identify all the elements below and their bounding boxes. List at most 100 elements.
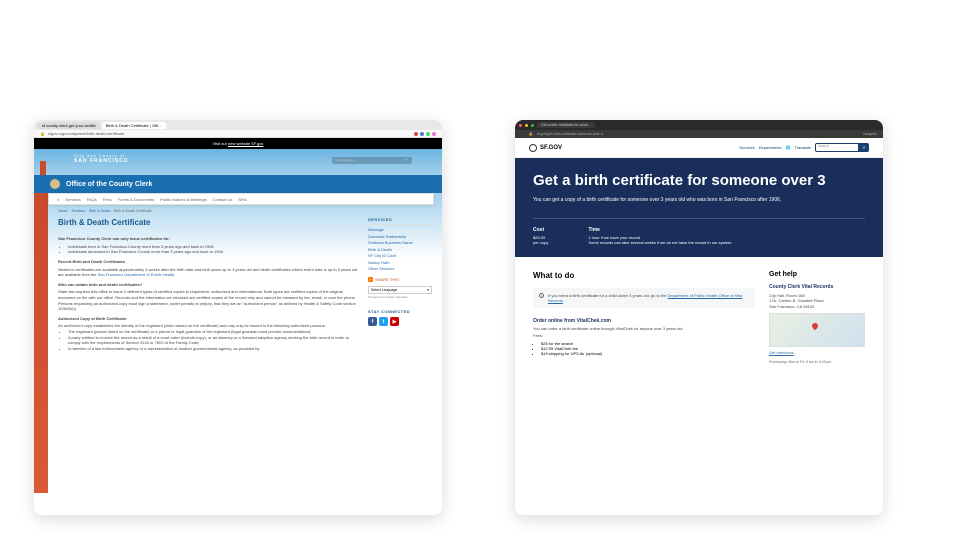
nav-faqs[interactable]: FAQs — [87, 197, 97, 202]
cost-heading: Cost — [533, 227, 548, 233]
translate-link[interactable]: Translate — [794, 145, 811, 150]
hdr-services[interactable]: Services — [739, 145, 754, 150]
cost-per: per copy — [533, 240, 548, 245]
time-block: Time 1 hour if we have your record. Some… — [588, 227, 732, 245]
incognito-badge: Incognito — [863, 132, 877, 136]
cost-block: Cost $25.00 per copy — [533, 227, 548, 245]
search-icon: ⌕ — [863, 145, 866, 151]
new-site-banner: Visit our new website SF.gov — [34, 138, 442, 149]
who-heading: Who can obtain birth and death certifica… — [58, 282, 358, 288]
lang-label: Select Language — [371, 288, 397, 292]
nav-sra[interactable]: SRA — [238, 197, 246, 202]
step1-heading: Order online from VitalChek.com — [533, 318, 755, 324]
tab-strip-dark: Get a birth certificate for some… — [515, 120, 883, 130]
share-this-button[interactable]: SHARE THIS — [368, 277, 432, 282]
search-icon: 🔍 — [405, 158, 409, 163]
crumb-services[interactable]: Services — [72, 209, 85, 213]
addr-line-3: San Francisco, CA 94102 — [769, 304, 865, 309]
right-sidebar: SERVICES Marriage Domestic Partnership F… — [368, 217, 432, 351]
address-bar: 🔒 sfgov.org/countyclerk/birth-death-cert… — [34, 130, 442, 138]
sb-domestic[interactable]: Domestic Partnership — [368, 234, 432, 239]
mac-min-icon[interactable] — [525, 124, 528, 127]
mac-max-icon[interactable] — [531, 124, 534, 127]
new-sfgov-window: Get a birth certificate for some… ← 🔒 sf… — [515, 120, 883, 515]
department-band: Office of the County Clerk — [34, 175, 442, 193]
office-name: County Clerk Vital Records — [769, 284, 865, 290]
ext-icon-2[interactable] — [420, 132, 424, 136]
page-title: Birth & Death Certificate — [58, 217, 358, 228]
address-bar-dark: ← 🔒 sf.gov/get-birth-certificate-someone… — [515, 130, 883, 138]
legacy-sfgov-window: sf county clerk get your certific Birth … — [34, 120, 442, 515]
info-pre: If you need a birth certificate for a ch… — [548, 293, 668, 298]
intro-item-2: Individuals deceased in San Francisco Co… — [68, 249, 358, 255]
back-icon[interactable]: ← — [521, 132, 525, 136]
browser-tab-active[interactable]: Get a birth certificate for some… — [537, 122, 595, 128]
search-button[interactable]: ⌕ — [859, 143, 869, 152]
sb-marriage[interactable]: Marriage — [368, 227, 432, 232]
sb-fbn[interactable]: Fictitious Business Name — [368, 240, 432, 245]
language-select[interactable]: Select Language ▾ — [368, 286, 432, 294]
ext-icon-1[interactable] — [414, 132, 418, 136]
crumb-home[interactable]: Home — [58, 209, 67, 213]
nav-fees[interactable]: Fees — [103, 197, 112, 202]
sb-services-head: SERVICES — [368, 217, 432, 225]
youtube-icon[interactable]: ▶ — [390, 317, 399, 326]
url-text[interactable]: sfgov.org/countyclerk/birth-death-certif… — [48, 131, 411, 136]
browser-tab-1[interactable]: sf county clerk get your certific — [38, 122, 100, 129]
sb-cityid[interactable]: SF City ID Card — [368, 253, 432, 258]
get-directions-link[interactable]: Get directions — [769, 350, 865, 355]
sb-birth-death[interactable]: Birth & Death — [368, 247, 432, 252]
info-post: . — [563, 298, 564, 303]
stay-connected-head: STAY CONNECTED — [368, 309, 432, 314]
fees-label: Fees: — [533, 333, 755, 338]
facebook-icon[interactable]: f — [368, 317, 377, 326]
content-area: ⌂ Services FAQs Fees Forms & Documents P… — [34, 193, 442, 493]
city-seal-icon — [50, 179, 60, 189]
banner-link[interactable]: new website SF.gov — [228, 141, 263, 146]
crumb-birth-death[interactable]: Birth & Death — [89, 209, 110, 213]
site-header: SF.GOV Services Departments 🌐 Translate … — [515, 138, 883, 158]
get-help-heading: Get help — [769, 271, 865, 278]
looking-for-search[interactable]: I'm looking for… 🔍 — [332, 157, 412, 164]
nav-forms[interactable]: Forms & Documents — [118, 197, 154, 202]
what-to-do-heading: What to do — [533, 271, 755, 280]
hero-title: Get a birth certificate for someone over… — [533, 172, 865, 189]
nav-contact[interactable]: Contact Us — [213, 197, 233, 202]
mac-close-icon[interactable] — [519, 124, 522, 127]
fee-3: $19 shipping for UPS Air (optional) — [541, 351, 755, 356]
banner-pre: Visit our — [213, 141, 229, 146]
hours-text: Processing: Mon to Fri, 8 am to 3:45 pm — [769, 360, 865, 364]
logo-text: SF.GOV — [540, 145, 562, 151]
san-francisco-label: SAN FRANCISCO — [74, 158, 129, 164]
globe-icon: 🌐 — [785, 145, 790, 150]
nav-services[interactable]: Services — [65, 197, 80, 202]
tab-strip: sf county clerk get your certific Birth … — [34, 120, 442, 130]
browser-tab-2-active[interactable]: Birth & Death Certificate | Offi… — [102, 122, 166, 129]
home-icon[interactable]: ⌂ — [57, 197, 59, 202]
url-text[interactable]: sf.gov/get-birth-certificate-someone-ove… — [537, 132, 859, 136]
sfgov-logo[interactable]: SF.GOV — [529, 144, 562, 152]
hero-section: Get a birth certificate for someone over… — [515, 158, 883, 257]
department-title: Office of the County Clerk — [66, 181, 152, 188]
intro-line: San Francisco County Clerk can only issu… — [58, 236, 358, 242]
search-input[interactable]: Search — [815, 143, 859, 152]
twitter-icon[interactable]: t — [379, 317, 388, 326]
sb-notary[interactable]: Notary Oath — [368, 260, 432, 265]
nav-notices[interactable]: Public Notices & Meetings — [160, 197, 206, 202]
recent-paragraph: Newborn certificates are available appro… — [58, 267, 358, 278]
location-map[interactable] — [769, 313, 865, 347]
sb-other[interactable]: Other Services — [368, 266, 432, 271]
ext-icon-3[interactable] — [426, 132, 430, 136]
hdr-departments[interactable]: Departments — [759, 145, 782, 150]
recent-link[interactable]: San Francisco Department of Public Healt… — [98, 272, 175, 277]
extension-icons — [414, 132, 436, 136]
chevron-down-icon: ▾ — [427, 288, 429, 292]
info-icon: i — [539, 293, 544, 298]
crumb-current: Birth & Death Certificate — [114, 209, 152, 213]
ext-icon-4[interactable] — [432, 132, 436, 136]
auth-item-3: A member of a law enforcement agency or … — [68, 346, 358, 352]
step1-text: You can order a birth certificate online… — [533, 326, 755, 331]
search-placeholder: I'm looking for… — [335, 158, 357, 163]
breadcrumb: Home› Services› Birth & Death› Birth & D… — [48, 205, 442, 217]
main-nav: ⌂ Services FAQs Fees Forms & Documents P… — [48, 193, 434, 205]
